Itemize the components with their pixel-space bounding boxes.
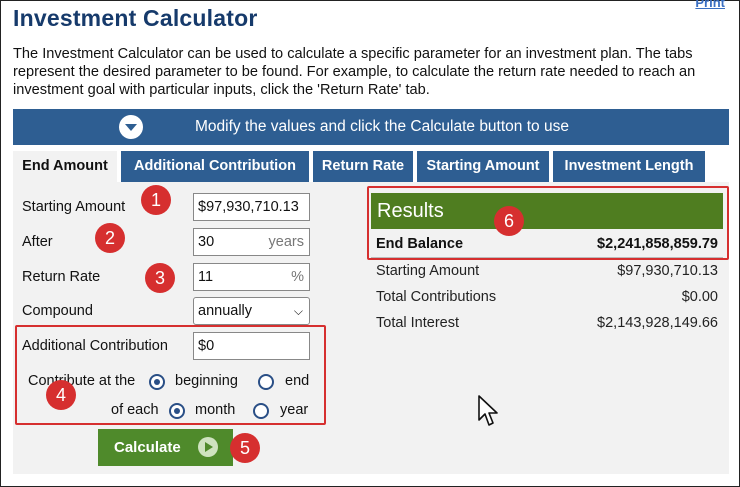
return-rate-value: 11 (198, 269, 214, 285)
print-link[interactable]: Print (695, 0, 725, 10)
return-rate-label: Return Rate (22, 269, 101, 285)
percent-unit: % (291, 269, 304, 285)
calculate-label: Calculate (114, 439, 181, 456)
play-icon (198, 437, 218, 457)
result-value: $97,930,710.13 (617, 263, 718, 279)
result-label: Total Contributions (376, 289, 497, 305)
chevron-down-icon: ⌵ (293, 304, 303, 318)
tab-investment-length[interactable]: Investment Length (553, 151, 705, 182)
years-unit: years (268, 234, 304, 250)
mouse-cursor-icon (478, 395, 498, 426)
annotation-badge-2: 2 (95, 223, 125, 253)
compound-select[interactable]: annually ⌵ (193, 297, 310, 325)
tab-starting-amount[interactable]: Starting Amount (417, 151, 549, 182)
chevron-down-icon[interactable] (119, 115, 143, 139)
tab-return-rate[interactable]: Return Rate (313, 151, 413, 182)
compound-label: Compound (22, 303, 93, 319)
result-row-total-contributions: Total Contributions $0.00 (376, 289, 718, 305)
after-label: After (22, 234, 53, 250)
annotation-badge-6: 6 (494, 206, 524, 236)
annotation-badge-5: 5 (230, 433, 260, 463)
result-value: $0.00 (681, 289, 718, 305)
starting-amount-input[interactable]: $97,930,710.13 (193, 193, 310, 221)
banner-text: Modify the values and click the Calculat… (195, 118, 569, 135)
starting-amount-value: $97,930,710.13 (198, 199, 299, 215)
starting-amount-label: Starting Amount (22, 199, 126, 215)
result-label: Starting Amount (376, 263, 480, 279)
return-rate-input[interactable]: 11 % (193, 263, 310, 291)
result-label: Total Interest (376, 315, 460, 331)
result-value: $2,143,928,149.66 (597, 315, 718, 331)
intro-text: The Investment Calculator can be used to… (13, 46, 696, 98)
compound-value: annually (198, 303, 253, 319)
result-row-starting-amount: Starting Amount $97,930,710.13 (376, 263, 718, 279)
annotation-badge-3: 3 (145, 263, 175, 293)
result-row-total-interest: Total Interest $2,143,928,149.66 (376, 315, 718, 331)
annotation-badge-4: 4 (46, 380, 76, 410)
page-title: Investment Calculator (13, 5, 258, 31)
annotation-badge-1: 1 (141, 185, 171, 215)
instructions-banner: Modify the values and click the Calculat… (13, 109, 729, 145)
annotation-box-contribution (15, 325, 326, 425)
after-years-input[interactable]: 30 years (193, 228, 310, 256)
annotation-box-results (367, 186, 729, 260)
calculate-button[interactable]: Calculate (98, 429, 233, 466)
after-value: 30 (198, 234, 215, 250)
tab-additional-contribution[interactable]: Additional Contribution (121, 151, 309, 182)
